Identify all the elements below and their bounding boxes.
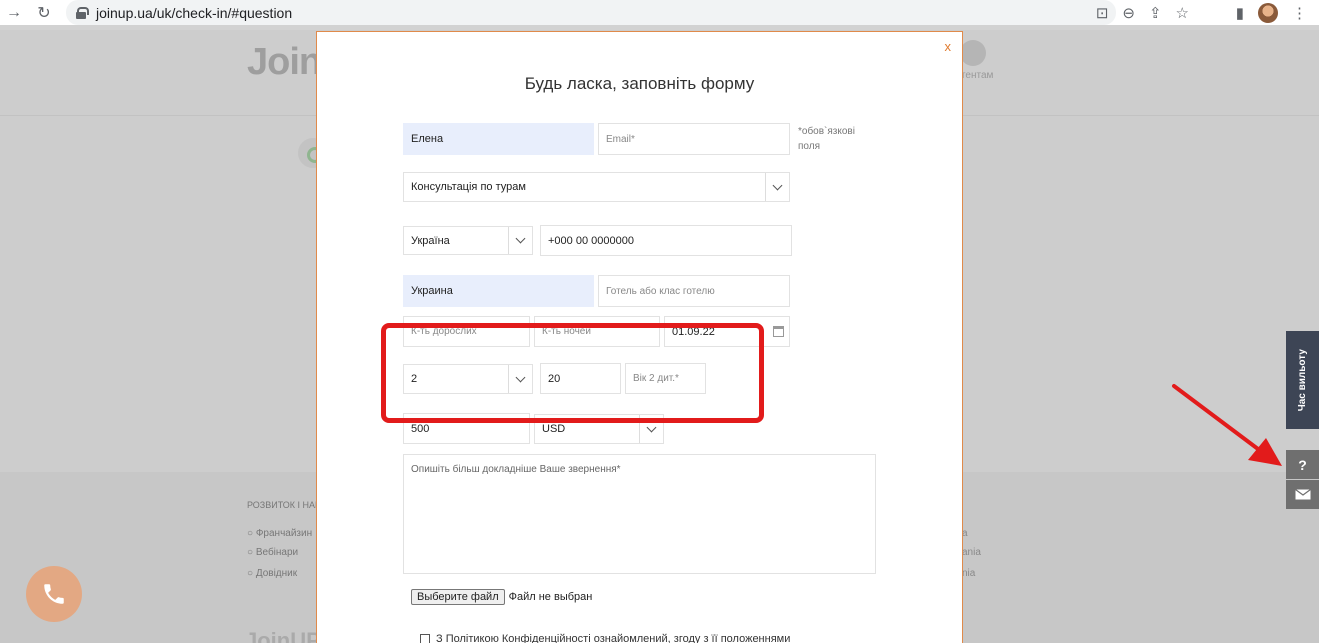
site-logo: Join (247, 41, 322, 83)
mail-button[interactable] (1286, 480, 1319, 509)
footer-item: ○ Франчайзин (247, 528, 313, 539)
departure-time-label: Час вильоту (1297, 348, 1308, 412)
consent-checkbox[interactable] (420, 634, 430, 643)
topic-value: Консультація по турам (411, 181, 526, 193)
country-code-value: Україна (411, 234, 450, 247)
profile-avatar[interactable] (1258, 2, 1278, 23)
chevron-down-icon (765, 173, 789, 201)
forward-icon[interactable]: → (6, 4, 22, 22)
browser-toolbar: → ↻ joinup.ua/uk/check-in/#question ⊡ ⊖ … (0, 0, 1319, 25)
footer-item: ○ Довідник (247, 568, 298, 579)
agent-label: гентам (962, 70, 994, 81)
country-code-select[interactable]: Україна (403, 226, 533, 255)
share-icon[interactable]: ⇪ (1149, 4, 1162, 22)
help-button[interactable]: ? (1286, 450, 1319, 479)
choose-file-button[interactable]: Выберите файл (411, 589, 505, 605)
reload-icon[interactable]: ↻ (36, 3, 52, 23)
chevron-down-icon (508, 227, 532, 254)
file-upload: Выберите файл Файл не выбран (411, 589, 592, 605)
call-button[interactable] (26, 566, 82, 622)
address-bar[interactable]: joinup.ua/uk/check-in/#question (66, 0, 1116, 25)
sidebar-icon[interactable]: ▮ (1236, 4, 1244, 22)
menu-icon[interactable]: ⋮ (1292, 4, 1307, 22)
help-icon: ? (1298, 456, 1307, 473)
footer-item: ○ Вебінари (247, 547, 299, 558)
destination-field[interactable]: Украина (403, 275, 594, 307)
lock-icon[interactable] (76, 7, 89, 19)
nav-buttons: → ↻ (0, 3, 70, 23)
annotation-arrow-icon (1172, 384, 1282, 466)
consent-text: З Політикою Конфіденційності ознайомлени… (436, 633, 791, 643)
phone-field[interactable]: +000 00 0000000 (540, 225, 792, 256)
browser-right-actions: ▮ ⋮ (1236, 0, 1319, 25)
zoom-icon[interactable]: ⊖ (1122, 4, 1135, 22)
modal-title: Будь ласка, заповніть форму (524, 74, 755, 93)
phone-icon (44, 584, 64, 604)
footer-fragment: ania (962, 547, 981, 558)
agent-user-icon (960, 40, 986, 66)
file-status: Файл не выбран (508, 591, 593, 603)
currency-value: USD (542, 423, 566, 435)
name-field[interactable]: Елена (403, 123, 594, 155)
message-textarea[interactable]: Опишіть більш докладніше Ваше звернення* (403, 454, 876, 574)
url-text[interactable]: joinup.ua/uk/check-in/#question (96, 5, 292, 21)
footer-logo: JoinUP (245, 628, 321, 643)
calendar-icon[interactable] (773, 326, 784, 337)
omnibox-actions: ⊡ ⊖ ⇪ ☆ (1096, 0, 1189, 25)
footer-title: РОЗВИТОК І НАВЧ (247, 500, 327, 510)
mail-icon (1294, 489, 1311, 500)
departure-time-tab[interactable]: Час вильоту (1286, 331, 1319, 429)
annotation-highlight-box (381, 323, 764, 423)
email-field[interactable]: Email* (598, 123, 790, 155)
close-icon[interactable]: х (945, 39, 952, 54)
translate-icon[interactable]: ⊡ (1096, 4, 1109, 22)
star-icon[interactable]: ☆ (1176, 4, 1189, 22)
required-note: *обов`язкові поля (798, 126, 855, 152)
topic-select[interactable]: Консультація по турам (403, 172, 790, 202)
consent-row: З Політикою Конфіденційності ознайомлени… (420, 633, 790, 643)
hotel-field[interactable]: Готель або клас готелю (598, 275, 790, 307)
footer-fragment: nia (962, 568, 976, 579)
